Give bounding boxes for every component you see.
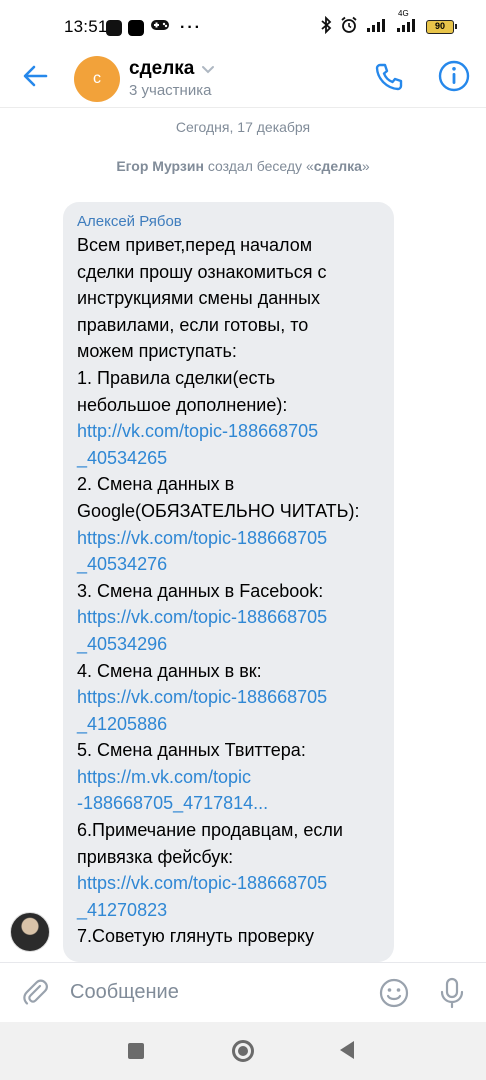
chat-header: с сделка 3 участника <box>0 52 486 108</box>
signal-4g-icon: 4G <box>396 9 418 36</box>
message-line: правилами, если готовы, то <box>77 314 309 335</box>
message-link[interactable]: http://vk.com/topic-188668705 <box>77 418 380 445</box>
message-line: небольшое дополнение): <box>77 394 288 415</box>
call-button[interactable] <box>372 60 406 94</box>
message-text: Всем привет,перед началом сделки прошу оз… <box>77 232 380 950</box>
network-label: 4G <box>398 9 409 18</box>
message-link[interactable]: _41205886 <box>77 711 380 738</box>
message-composer <box>0 962 486 1022</box>
message-link[interactable]: _40534276 <box>77 551 380 578</box>
status-time: 13:51 <box>64 17 108 36</box>
sender-avatar[interactable] <box>10 912 50 952</box>
home-button[interactable] <box>232 1040 254 1062</box>
system-message-close: » <box>361 158 370 174</box>
message-line: Google(ОБЯЗАТЕЛЬНО ЧИТАТЬ): <box>77 500 360 521</box>
message-line: 1. Правила сделки(есть <box>77 367 276 388</box>
recent-apps-button[interactable] <box>128 1043 144 1059</box>
notification-icons: ··· <box>106 18 202 37</box>
more-notifications-icon: ··· <box>180 18 202 36</box>
phone-icon <box>375 63 403 91</box>
gamepad-icon <box>150 18 170 37</box>
paperclip-icon <box>23 979 48 1005</box>
message-line: 2. Смена данных в <box>77 474 235 495</box>
chevron-down-icon[interactable] <box>200 64 216 76</box>
attach-button[interactable] <box>20 977 50 1007</box>
message-link[interactable]: https://vk.com/topic-188668705 <box>77 604 380 631</box>
message-link[interactable]: _40534265 <box>77 445 380 472</box>
chat-title[interactable]: сделка <box>129 58 194 80</box>
bluetooth-icon <box>320 15 332 37</box>
message-link[interactable]: _40534296 <box>77 631 380 658</box>
chat-avatar[interactable]: с <box>74 56 120 102</box>
alarm-icon <box>340 16 358 37</box>
message-line: 3. Смена данных в Facebook: <box>77 580 324 601</box>
message-line: 6.Примечание продавцам, если <box>77 820 343 841</box>
emoji-button[interactable] <box>378 977 410 1009</box>
smile-icon <box>379 978 409 1008</box>
tiktok-notification-icon <box>128 19 144 36</box>
system-message-chat-name: сделка <box>313 158 362 174</box>
system-message-author[interactable]: Егор Мурзин <box>116 158 204 174</box>
date-separator: Сегодня, 17 декабря <box>175 119 311 135</box>
info-button[interactable] <box>436 58 472 94</box>
message-line: Всем привет,перед началом <box>77 235 313 255</box>
message-link[interactable]: _41270823 <box>77 897 380 924</box>
chat-members-count: 3 участника <box>129 82 212 99</box>
voice-message-button[interactable] <box>438 976 466 1010</box>
message-link[interactable]: -188668705_4717814... <box>77 790 380 817</box>
system-message-text: создал беседу « <box>203 158 314 174</box>
microphone-icon <box>440 977 464 1009</box>
back-button[interactable] <box>20 60 52 92</box>
battery-icon: 90 <box>426 19 457 34</box>
message-line: привязка фейсбук: <box>77 846 234 867</box>
message-bubble[interactable]: Алексей Рябов Всем привет,перед началом с… <box>63 202 394 962</box>
message-link[interactable]: https://vk.com/topic-188668705 <box>77 684 380 711</box>
system-message: Егор Мурзин создал беседу «сделка» <box>0 158 486 174</box>
message-link[interactable]: https://vk.com/topic-188668705 <box>77 525 380 552</box>
message-line: 5. Смена данных Твиттера: <box>77 740 306 761</box>
system-navigation-bar <box>0 1022 486 1080</box>
system-icons: 4G 90 <box>320 9 457 37</box>
message-line: 7.Советую глянуть проверку <box>77 926 314 947</box>
message-line: сделки прошу ознакомиться с <box>77 261 327 282</box>
message-link[interactable]: https://m.vk.com/topic <box>77 764 380 791</box>
system-back-button[interactable] <box>340 1041 354 1059</box>
message-sender[interactable]: Алексей Рябов <box>77 212 380 232</box>
info-icon <box>438 60 470 92</box>
message-line: инструкциями смены данных <box>77 288 321 309</box>
signal-icon <box>366 17 388 36</box>
message-line: 4. Смена данных в вк: <box>77 660 262 681</box>
back-arrow-icon <box>23 65 48 87</box>
status-bar: 13:51 ··· 4G 90 <box>0 0 486 52</box>
app-notification-icon <box>106 19 122 36</box>
message-input[interactable] <box>70 981 360 1004</box>
message-line: можем приступать: <box>77 341 237 362</box>
message-link[interactable]: https://vk.com/topic-188668705 <box>77 870 380 897</box>
